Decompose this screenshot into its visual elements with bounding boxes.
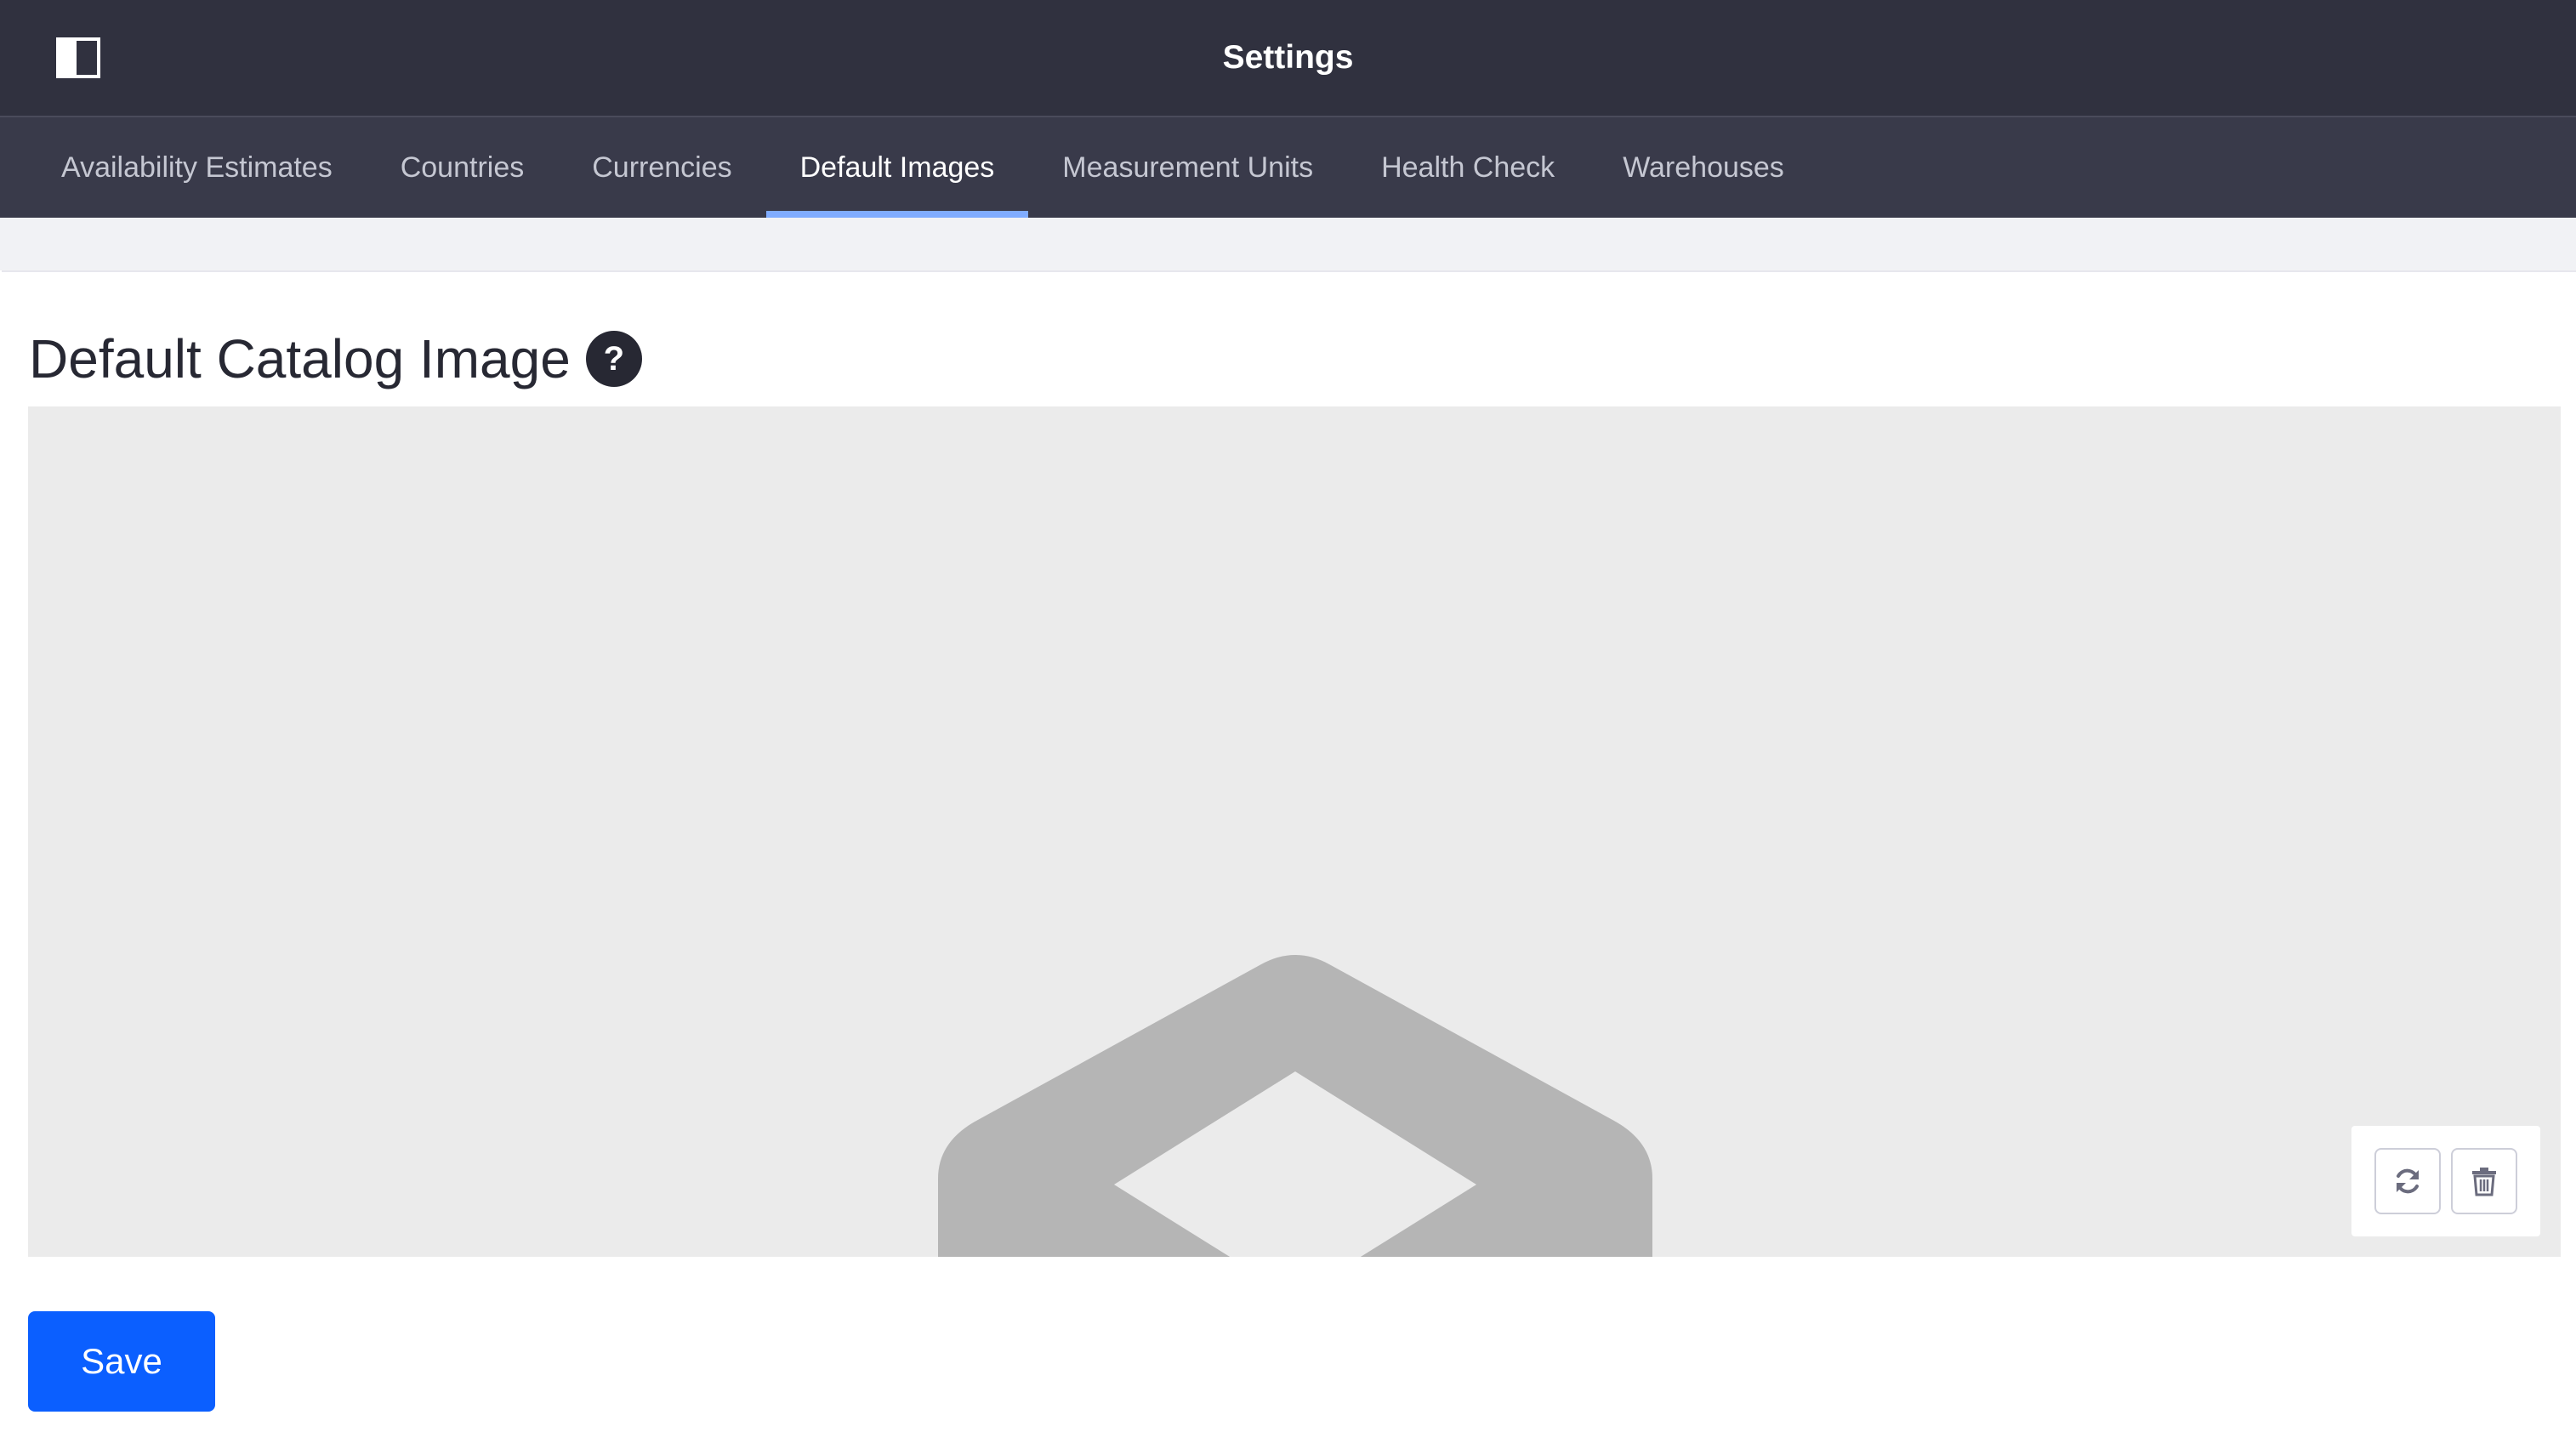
refresh-icon bbox=[2397, 1168, 2419, 1194]
change-image-button[interactable] bbox=[2374, 1148, 2441, 1214]
tab-availability-estimates[interactable]: Availability Estimates bbox=[27, 117, 367, 218]
tab-countries[interactable]: Countries bbox=[367, 117, 559, 218]
save-button[interactable]: Save bbox=[28, 1311, 215, 1412]
image-placeholder-icon bbox=[938, 955, 1652, 1257]
tab-currencies[interactable]: Currencies bbox=[558, 117, 765, 218]
catalog-image-preview bbox=[28, 406, 2561, 1257]
tab-warehouses[interactable]: Warehouses bbox=[1589, 117, 1818, 218]
default-images-card: Default Catalog Image ? Save bbox=[2, 270, 2576, 1432]
delete-image-button[interactable] bbox=[2451, 1148, 2517, 1214]
page-background-gap bbox=[0, 218, 2576, 270]
tab-list: Availability Estimates Countries Currenc… bbox=[27, 117, 1818, 218]
image-action-group bbox=[2351, 1126, 2540, 1236]
trash-icon bbox=[2472, 1168, 2496, 1196]
section-heading: Default Catalog Image ? bbox=[29, 325, 642, 393]
tab-measurement-units[interactable]: Measurement Units bbox=[1028, 117, 1347, 218]
tab-health-check[interactable]: Health Check bbox=[1347, 117, 1589, 218]
top-header-bar: Settings bbox=[0, 0, 2576, 116]
settings-nav: Availability Estimates Countries Currenc… bbox=[0, 116, 2576, 218]
tab-default-images[interactable]: Default Images bbox=[765, 117, 1029, 218]
page-title: Settings bbox=[1222, 39, 1354, 76]
help-icon[interactable]: ? bbox=[585, 331, 642, 387]
section-title: Default Catalog Image bbox=[29, 328, 571, 389]
